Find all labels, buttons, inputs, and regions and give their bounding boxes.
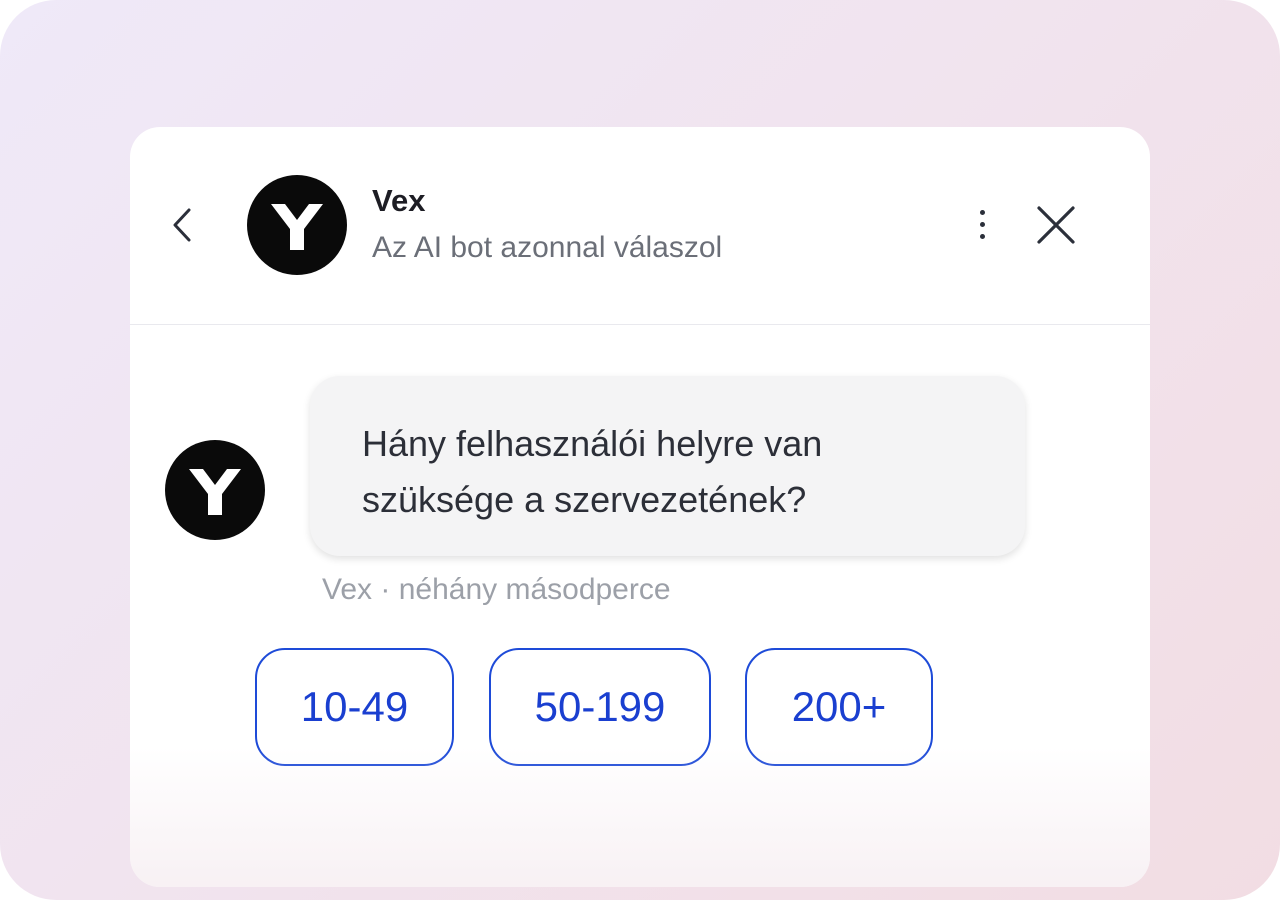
chevron-left-icon	[173, 208, 191, 242]
more-options-button[interactable]	[966, 201, 998, 247]
quick-reply-200-plus[interactable]: 200+	[745, 648, 933, 766]
more-vertical-icon	[979, 209, 985, 215]
chat-header: Vex Az AI bot azonnal válaszol	[130, 127, 1150, 325]
bottom-fade	[130, 747, 1150, 887]
chat-widget: Vex Az AI bot azonnal válaszol Hány felh…	[130, 127, 1150, 887]
message-meta: Vex · néhány másodperce	[322, 573, 671, 606]
bot-name: Vex	[372, 183, 426, 218]
message-avatar	[165, 440, 265, 540]
close-icon	[1037, 206, 1075, 244]
bot-status: Az AI bot azonnal válaszol	[372, 231, 723, 264]
back-button[interactable]	[166, 203, 198, 247]
bot-avatar	[247, 175, 347, 275]
vex-logo-icon	[271, 204, 323, 250]
quick-reply-10-49[interactable]: 10-49	[255, 648, 454, 766]
bot-message-bubble: Hány felhasználói helyre van szüksége a …	[310, 376, 1025, 556]
quick-reply-50-199[interactable]: 50-199	[489, 648, 711, 766]
close-button[interactable]	[1032, 201, 1080, 249]
vex-logo-icon	[189, 469, 241, 515]
